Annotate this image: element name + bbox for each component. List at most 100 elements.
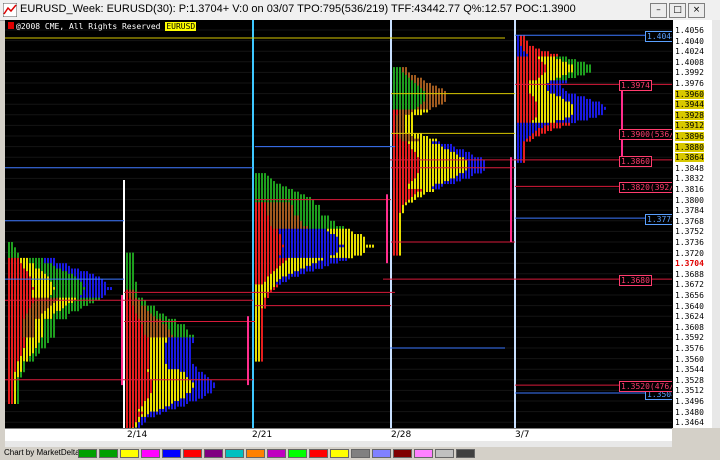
tpo-print: [147, 358, 149, 362]
tpo-print: [520, 45, 522, 49]
tpo-print: [159, 353, 161, 357]
color-swatch[interactable]: [162, 449, 181, 458]
tpo-print: [147, 332, 149, 336]
tpo-print: [171, 340, 173, 344]
tpo-print: [411, 120, 413, 124]
tpo-print: [44, 340, 46, 344]
tpo-print: [186, 332, 188, 336]
tpo-print: [29, 268, 31, 272]
minimize-button[interactable]: –: [650, 3, 667, 18]
tpo-print: [459, 170, 461, 174]
tpo-print: [74, 308, 76, 312]
tpo-print: [550, 106, 552, 110]
tpo-print: [598, 106, 600, 110]
tpo-print: [17, 305, 19, 309]
tpo-print: [141, 355, 143, 359]
color-swatch[interactable]: [78, 449, 97, 458]
color-swatch[interactable]: [351, 449, 370, 458]
tpo-print: [168, 403, 170, 407]
tpo-print: [153, 342, 155, 346]
tpo-print: [35, 260, 37, 264]
profile-canvas[interactable]: [5, 20, 672, 428]
tpo-print: [523, 48, 525, 52]
tpo-print: [405, 202, 407, 206]
tpo-print: [321, 234, 323, 238]
color-swatch[interactable]: [120, 449, 139, 458]
color-swatch[interactable]: [99, 449, 118, 458]
restore-button[interactable]: □: [669, 3, 686, 18]
tpo-print: [147, 374, 149, 378]
tpo-print: [261, 310, 263, 314]
tpo-print: [126, 416, 128, 420]
tpo-print: [321, 215, 323, 219]
tpo-print: [153, 374, 155, 378]
tpo-print: [126, 287, 128, 291]
tpo-print: [267, 281, 269, 285]
tpo-print: [342, 252, 344, 256]
tpo-print: [330, 231, 332, 235]
tpo-print: [526, 101, 528, 105]
color-swatch[interactable]: [141, 449, 160, 458]
color-swatch[interactable]: [456, 449, 475, 458]
tpo-print: [138, 401, 140, 404]
color-swatch[interactable]: [414, 449, 433, 458]
tpo-print: [462, 154, 464, 158]
tpo-print: [529, 45, 531, 49]
tpo-print: [291, 257, 293, 261]
tpo-print: [523, 128, 525, 132]
color-swatch[interactable]: [246, 449, 265, 458]
vertical-scrollbar[interactable]: [712, 20, 720, 428]
tpo-profile-chart[interactable]: @2008 CME, All Rights Reserved EURUSD 1.…: [5, 20, 672, 428]
tpo-print: [273, 242, 275, 245]
tpo-print: [276, 268, 278, 272]
color-swatch[interactable]: [372, 449, 391, 458]
tpo-print: [147, 398, 149, 402]
tpo-print: [544, 120, 546, 124]
color-swatch[interactable]: [309, 449, 328, 458]
profile-week-4: [393, 67, 485, 256]
tpo-print: [126, 326, 128, 330]
tpo-print: [523, 141, 525, 145]
tpo-print: [162, 345, 164, 349]
tpo-print: [132, 310, 134, 314]
tpo-print: [53, 305, 55, 309]
tpo-print: [258, 308, 260, 312]
tpo-print: [408, 170, 410, 174]
tpo-print: [201, 395, 203, 399]
tpo-print: [520, 43, 522, 47]
tpo-print: [162, 385, 164, 389]
color-swatch[interactable]: [435, 449, 454, 458]
color-swatch[interactable]: [288, 449, 307, 458]
color-swatch[interactable]: [393, 449, 412, 458]
tpo-print: [14, 247, 16, 251]
tpo-print: [174, 371, 176, 375]
tpo-print: [393, 218, 395, 222]
color-swatch[interactable]: [183, 449, 202, 458]
close-button[interactable]: ×: [688, 3, 705, 18]
color-swatch[interactable]: [225, 449, 244, 458]
tpo-print: [20, 324, 22, 328]
tpo-print: [255, 175, 257, 179]
tpo-print: [186, 329, 188, 333]
tpo-print: [168, 371, 170, 375]
price-axis[interactable]: 1.4056 1.4040 1.4024 1.4008 1.3992 1.3976 1.39…: [672, 20, 713, 428]
tpo-print: [273, 186, 275, 190]
tpo-print: [150, 390, 152, 394]
tpo-print: [23, 263, 25, 267]
tpo-print: [147, 308, 149, 312]
tpo-print: [333, 234, 335, 238]
tpo-print: [270, 247, 272, 251]
tpo-print: [297, 263, 299, 267]
tpo-print: [318, 231, 320, 235]
tpo-print: [402, 186, 404, 190]
tpo-print: [62, 284, 64, 288]
tpo-print: [255, 318, 257, 322]
color-swatch[interactable]: [330, 449, 349, 458]
tpo-print: [29, 340, 31, 344]
tpo-print: [29, 350, 31, 354]
tpo-print: [38, 268, 40, 272]
tpo-print: [180, 369, 182, 373]
tpo-print: [192, 385, 194, 389]
color-swatch[interactable]: [204, 449, 223, 458]
color-swatch[interactable]: [267, 449, 286, 458]
